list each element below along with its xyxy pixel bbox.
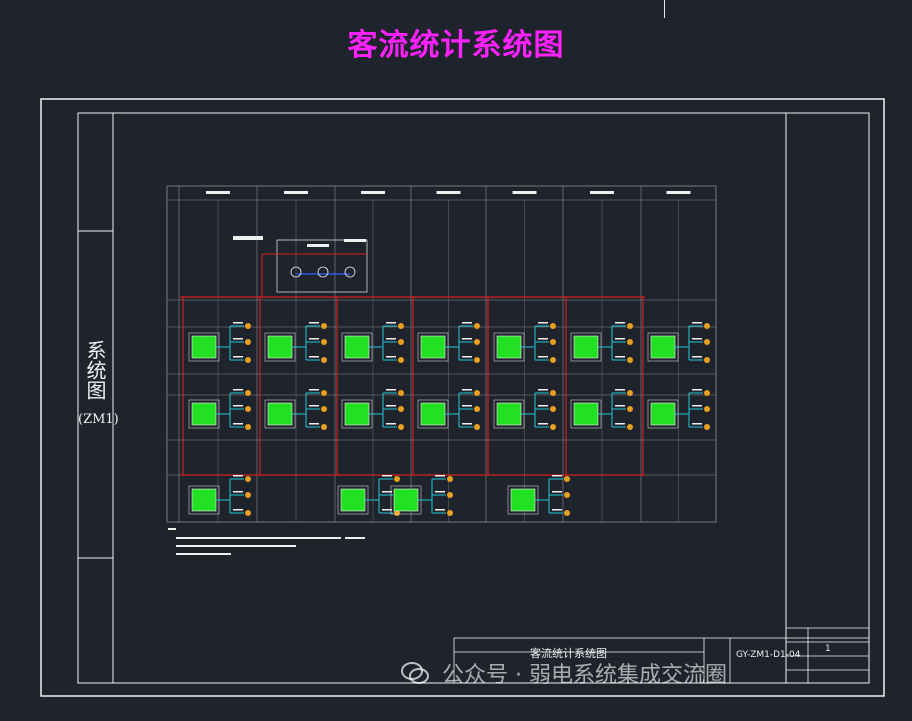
camera-icon	[474, 339, 480, 345]
camera-icon	[447, 492, 453, 498]
camera-icon	[474, 357, 480, 363]
camera-icon	[447, 476, 453, 482]
camera-icon	[321, 424, 327, 430]
camera-icon	[704, 357, 710, 363]
camera-icon	[245, 390, 251, 396]
camera-icon	[245, 476, 251, 482]
camera-icon	[245, 424, 251, 430]
camera-icon	[398, 339, 404, 345]
camera-icon	[550, 323, 556, 329]
wiring	[180, 254, 645, 476]
camera-icon	[704, 323, 710, 329]
camera-icon	[564, 510, 570, 516]
column-header-label	[436, 191, 461, 194]
camera-icon	[245, 492, 251, 498]
camera-icon	[627, 406, 633, 412]
camera-icon	[398, 390, 404, 396]
camera-icon	[245, 323, 251, 329]
camera-icon	[627, 424, 633, 430]
camera-icon	[321, 323, 327, 329]
server-group	[233, 236, 368, 293]
camera-icon	[627, 390, 633, 396]
switch-device	[390, 475, 453, 516]
devices	[188, 322, 710, 516]
watermark-text: 公众号 · 弱电系统集成交流圈	[442, 663, 727, 688]
camera-icon	[474, 390, 480, 396]
camera-icon	[321, 406, 327, 412]
switch-device	[337, 475, 400, 516]
camera-icon	[474, 406, 480, 412]
column-header-label	[666, 191, 691, 194]
camera-icon	[321, 390, 327, 396]
switch-device	[647, 322, 710, 363]
camera-icon	[398, 424, 404, 430]
camera-icon	[321, 357, 327, 363]
camera-icon	[474, 424, 480, 430]
switch-device	[188, 475, 251, 516]
camera-icon	[245, 339, 251, 345]
camera-icon	[550, 406, 556, 412]
notes	[168, 528, 365, 555]
column-header-label	[284, 191, 308, 194]
inner-frame	[77, 112, 870, 684]
outer-frame	[40, 98, 885, 697]
camera-icon	[398, 357, 404, 363]
camera-icon	[245, 406, 251, 412]
camera-icon	[704, 339, 710, 345]
column-header-label	[590, 191, 614, 194]
column-header-label	[206, 191, 230, 194]
camera-icon	[627, 323, 633, 329]
camera-icon	[704, 390, 710, 396]
camera-icon	[398, 406, 404, 412]
camera-icon	[447, 510, 453, 516]
camera-icon	[394, 476, 400, 482]
watermark: 公众号 · 弱电系统集成交流圈	[400, 653, 880, 693]
sidebar-code: (ZM1)	[78, 412, 119, 427]
camera-icon	[550, 424, 556, 430]
column-headers	[206, 191, 691, 194]
camera-icon	[398, 323, 404, 329]
camera-icon	[704, 424, 710, 430]
switch-device	[417, 322, 480, 363]
switch-device	[493, 322, 556, 363]
sidebar-title: 系统图	[83, 340, 107, 400]
wechat-icon	[401, 662, 429, 684]
camera-icon	[245, 357, 251, 363]
camera-icon	[550, 390, 556, 396]
camera-icon	[245, 510, 251, 516]
camera-icon	[321, 339, 327, 345]
camera-icon	[564, 476, 570, 482]
switch-device	[188, 322, 251, 363]
sidebar-label: 系统图 (ZM1)	[78, 340, 119, 430]
camera-icon	[550, 339, 556, 345]
camera-icon	[627, 357, 633, 363]
column-header-label	[512, 191, 537, 194]
switch-device	[507, 475, 570, 516]
column-header-label	[361, 191, 385, 194]
camera-icon	[564, 492, 570, 498]
camera-icon	[550, 357, 556, 363]
drawing-canvas	[40, 98, 885, 697]
camera-icon	[704, 406, 710, 412]
camera-icon	[474, 323, 480, 329]
camera-icon	[627, 339, 633, 345]
